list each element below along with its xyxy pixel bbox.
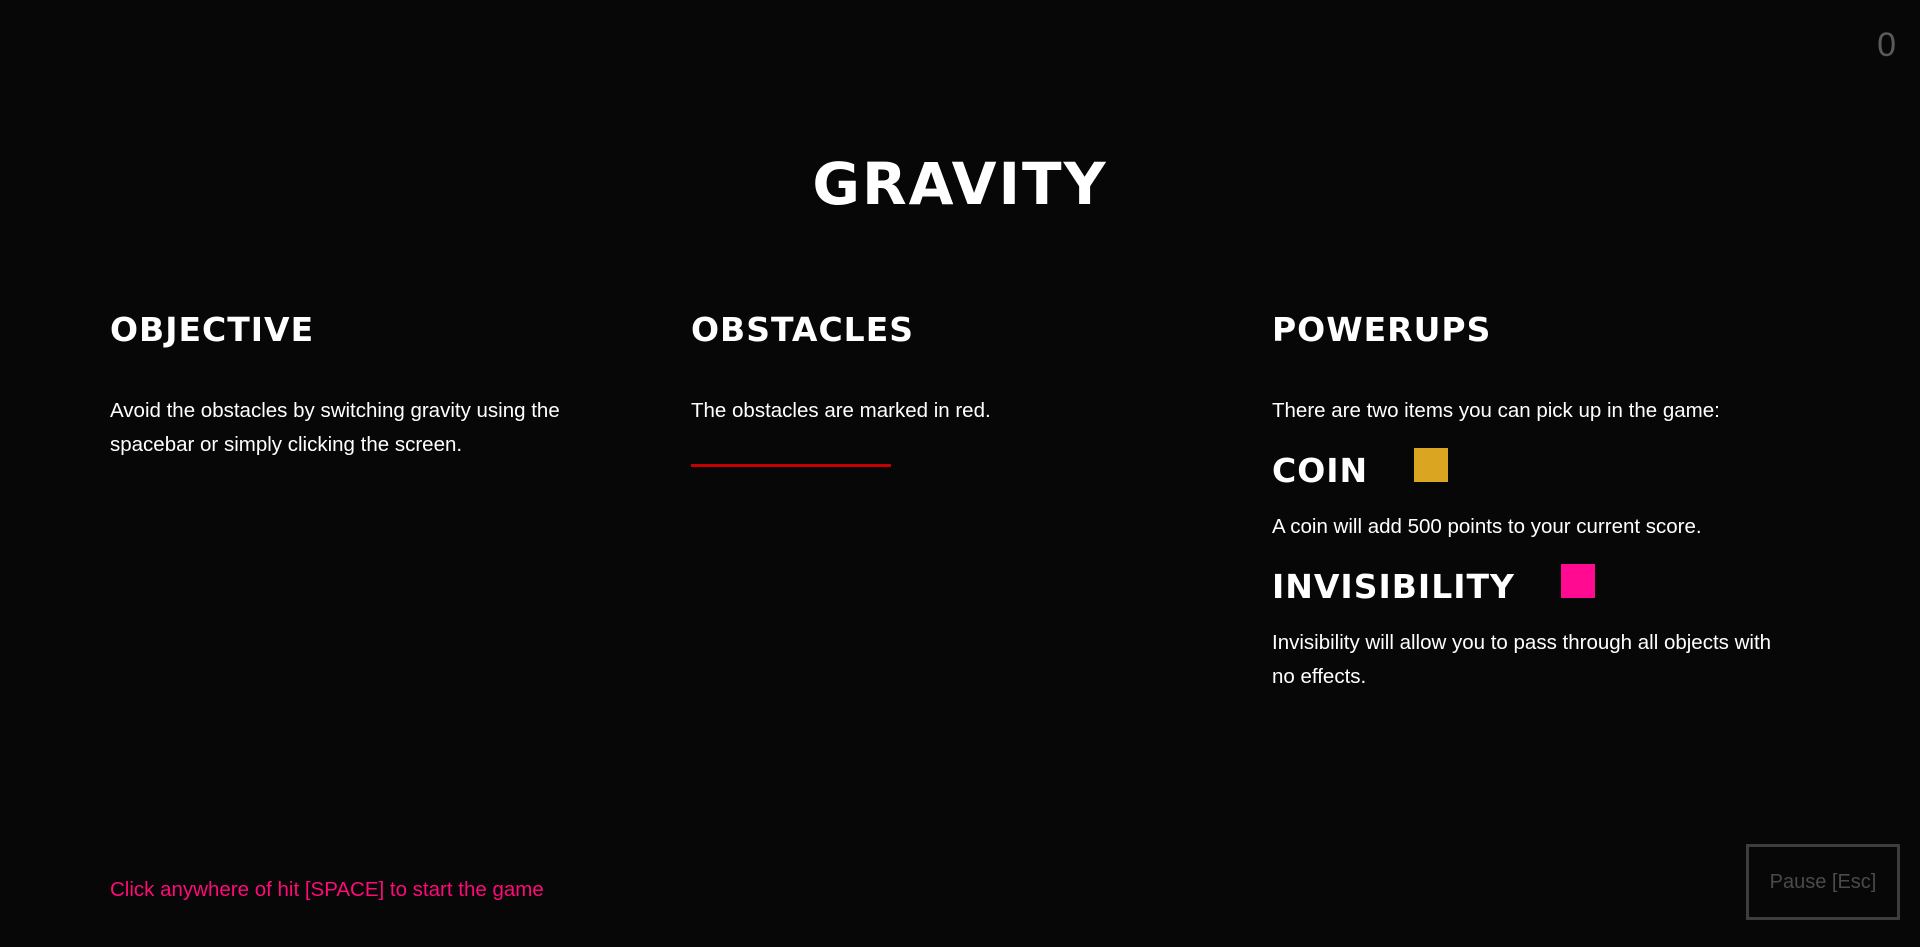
game-title: GRAVITY — [812, 150, 1108, 218]
objective-heading: OBJECTIVE — [110, 310, 315, 349]
invisibility-swatch-icon — [1560, 564, 1595, 598]
obstacles-heading: OBSTACLES — [691, 310, 915, 349]
coin-powerup-header: COIN — [1272, 448, 1792, 494]
obstacle-sample-line — [691, 464, 891, 467]
obstacles-text: The obstacles are marked in red. — [691, 399, 991, 422]
start-game-hint: Click anywhere of hit [SPACE] to start t… — [110, 878, 544, 901]
coin-swatch-icon — [1414, 448, 1449, 482]
invisibility-powerup-description: Invisibility will allow you to pass thro… — [1272, 631, 1772, 688]
invisibility-powerup-header: INVISIBILITY — [1272, 564, 1792, 610]
objective-text: Avoid the obstacles by switching gravity… — [110, 399, 560, 456]
powerups-intro: There are two items you can pick up in t… — [1272, 399, 1720, 422]
powerups-heading: POWERUPS — [1272, 310, 1492, 349]
objective-section: OBJECTIVE Avoid the obstacles by switchi… — [110, 308, 630, 462]
powerups-section: POWERUPS There are two items you can pic… — [1272, 308, 1792, 694]
game-screen[interactable]: 0 GRAVITY OBJECTIVE Avoid the obstacles … — [0, 0, 1920, 947]
obstacles-section: OBSTACLES The obstacles are marked in re… — [691, 308, 1211, 467]
pause-button[interactable]: Pause [Esc] — [1746, 844, 1900, 920]
coin-powerup-name: COIN — [1272, 451, 1369, 490]
invisibility-powerup-name: INVISIBILITY — [1272, 567, 1515, 606]
score-counter: 0 — [1877, 26, 1896, 64]
coin-powerup-description: A coin will add 500 points to your curre… — [1272, 515, 1702, 538]
